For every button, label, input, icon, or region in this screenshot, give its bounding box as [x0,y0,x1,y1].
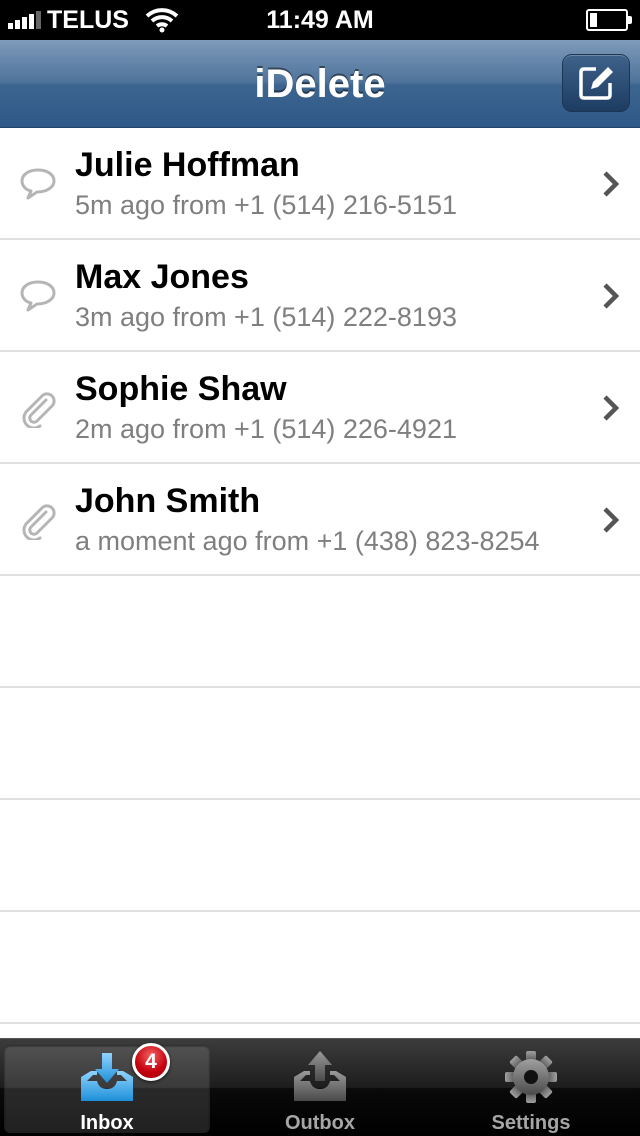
compose-button[interactable] [562,54,630,112]
message-meta: 3m ago from +1 (514) 222-8193 [75,302,457,332]
tab-inbox[interactable]: 4 Inbox [4,1043,210,1134]
sender-name: Sophie Shaw [75,370,287,408]
chevron-right-icon [603,507,620,533]
sender-name: Julie Hoffman [75,146,300,184]
tab-bar: 4 Inbox Outbox Settings [0,1038,640,1136]
message-row[interactable]: Julie Hoffman 5m ago from +1 (514) 216-5… [0,128,640,240]
message-list: Julie Hoffman 5m ago from +1 (514) 216-5… [0,128,640,1024]
outbox-icon [294,1051,346,1101]
speech-bubble-icon [20,168,56,200]
empty-row [0,688,640,800]
battery-icon [586,9,632,31]
tab-label: Settings [491,1112,571,1134]
message-meta: 2m ago from +1 (514) 226-4921 [75,414,457,444]
empty-row [0,912,640,1024]
battery-level [590,13,597,27]
sender-name: Max Jones [75,258,249,296]
chevron-right-icon [603,395,620,421]
message-row[interactable]: John Smith a moment ago from +1 (438) 82… [0,464,640,576]
status-time: 11:49 AM [266,6,374,34]
paperclip-icon [22,504,56,540]
message-row[interactable]: Sophie Shaw 2m ago from +1 (514) 226-492… [0,352,640,464]
inbox-icon [81,1053,133,1101]
sender-name: John Smith [75,482,261,520]
message-meta: 5m ago from +1 (514) 216-5151 [75,190,457,220]
navigation-bar: iDelete [0,40,640,128]
empty-row [0,800,640,912]
empty-row [0,576,640,688]
message-meta: a moment ago from +1 (438) 823-8254 [75,526,540,556]
status-bar: TELUS 11:49 AM [0,0,640,40]
unread-badge: 4 [132,1043,170,1081]
compose-icon [579,67,613,100]
page-title: iDelete [254,62,386,106]
message-row[interactable]: Max Jones 3m ago from +1 (514) 222-8193 [0,240,640,352]
chevron-right-icon [603,283,620,309]
speech-bubble-icon [20,280,56,312]
gear-icon [505,1051,557,1103]
tab-settings[interactable]: Settings [428,1045,634,1134]
tab-label: Inbox [80,1112,134,1134]
chevron-right-icon [603,171,620,197]
tab-label: Outbox [285,1112,355,1134]
tab-outbox[interactable]: Outbox [217,1045,423,1134]
paperclip-icon [22,392,56,428]
